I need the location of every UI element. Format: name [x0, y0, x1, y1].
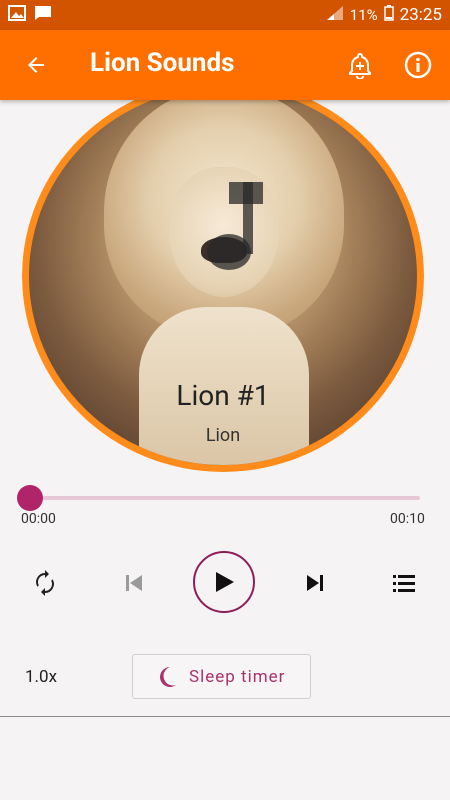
status-time: 23:25 — [399, 5, 442, 25]
repeat-icon — [36, 570, 54, 596]
playback-speed[interactable]: 1.0x — [25, 667, 57, 687]
page-title: Lion Sounds — [90, 48, 235, 78]
signal-icon — [326, 5, 344, 25]
duration-time: 00:10 — [390, 511, 425, 527]
sleep-timer-button[interactable]: Sleep timer — [132, 654, 311, 699]
message-icon — [34, 5, 52, 25]
track-title: Lion #1 — [176, 379, 270, 412]
play-icon — [216, 572, 234, 592]
image-icon — [8, 5, 26, 25]
previous-button[interactable] — [117, 566, 151, 600]
next-button[interactable] — [298, 566, 332, 600]
moon-icon — [157, 666, 177, 692]
play-button[interactable] — [193, 551, 255, 613]
status-bar: 11% 23:25 — [0, 0, 450, 30]
sleep-timer-label: Sleep timer — [189, 667, 286, 687]
info-button[interactable] — [398, 45, 438, 85]
track-artist: Lion — [205, 425, 241, 446]
seek-thumb[interactable] — [17, 485, 43, 511]
add-alarm-button[interactable] — [340, 45, 380, 85]
battery-icon — [383, 5, 394, 25]
playback-controls — [0, 551, 450, 617]
arrow-left-icon — [28, 57, 44, 73]
divider — [0, 716, 450, 717]
skip-next-icon — [307, 575, 323, 591]
alarm-add-icon — [349, 52, 371, 79]
app-bar: Lion Sounds — [0, 30, 450, 100]
seek-bar[interactable] — [30, 496, 420, 500]
elapsed-time: 00:00 — [21, 511, 56, 527]
info-icon — [404, 51, 432, 79]
playlist-icon — [393, 575, 415, 592]
repeat-button[interactable] — [28, 566, 62, 600]
playlist-button[interactable] — [387, 566, 421, 600]
lion-image: Lion #1 Lion — [29, 87, 417, 465]
battery-percent: 11% — [349, 6, 378, 24]
back-button[interactable] — [16, 45, 56, 85]
album-art: Lion #1 Lion — [22, 80, 424, 472]
skip-previous-icon — [126, 575, 142, 591]
music-note-icon — [207, 182, 263, 270]
